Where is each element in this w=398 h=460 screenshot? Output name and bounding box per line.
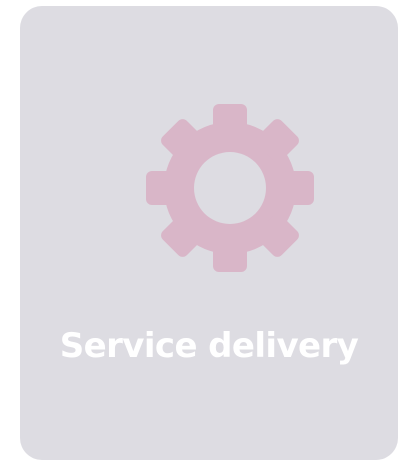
- gear-icon: [144, 102, 316, 274]
- service-delivery-card[interactable]: Service delivery: [20, 6, 398, 460]
- card-title: Service delivery: [59, 326, 359, 366]
